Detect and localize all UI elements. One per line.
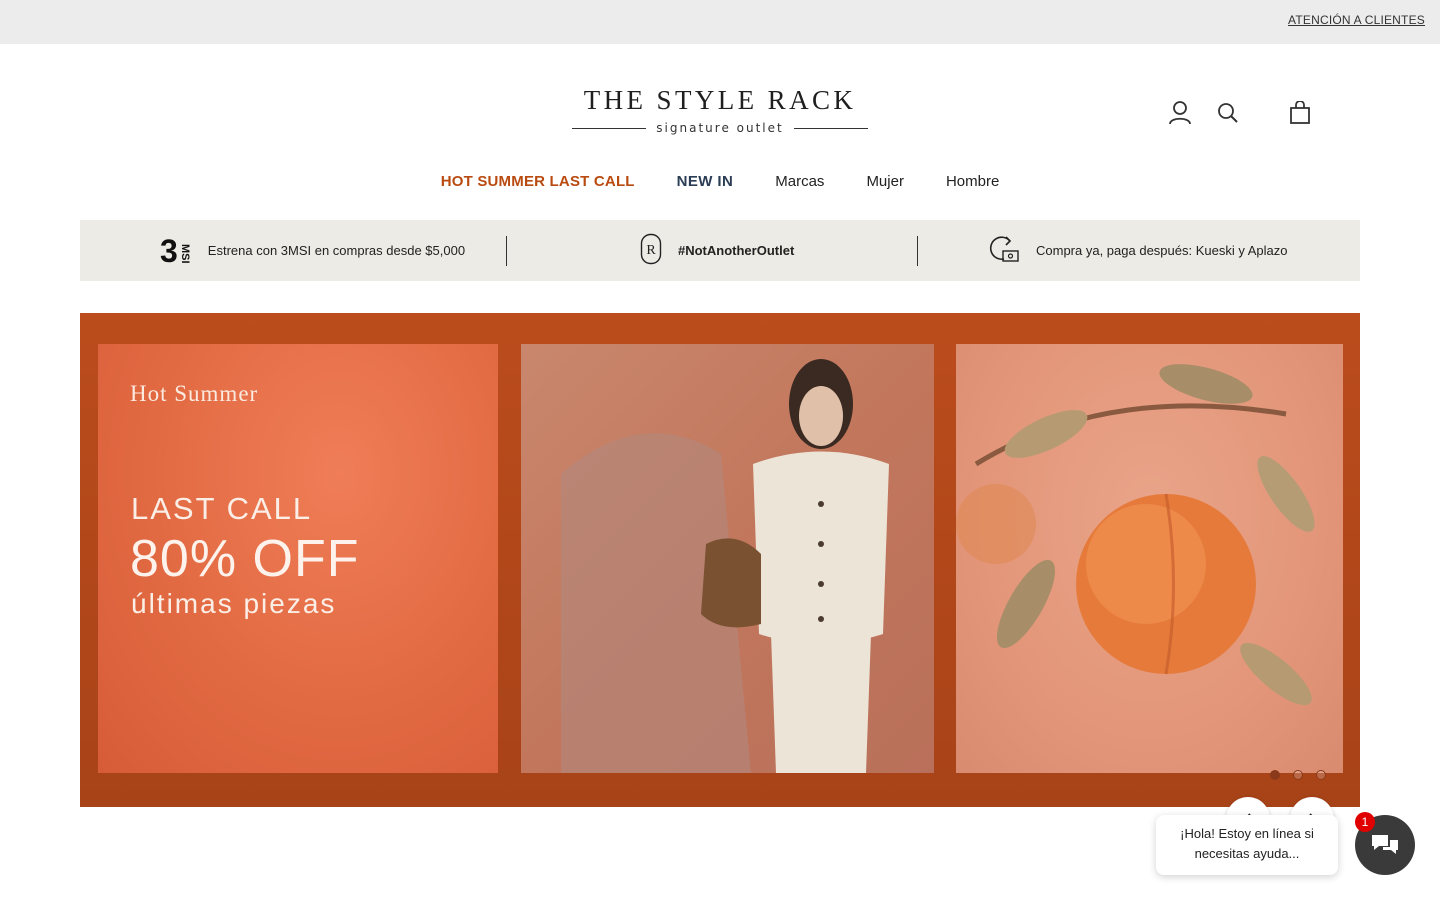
nav-hombre[interactable]: Hombre [925,172,1020,192]
hero-discount: 80% OFF [130,530,360,588]
benefit-pay-later: Compra ya, paga después: Kueski y Aplazo [986,220,1287,281]
nav-marcas[interactable]: Marcas [754,172,845,192]
benefit-notanotheroutlet-text: #NotAnotherOutlet [678,243,795,258]
benefits-bar: 3 MSI Estrena con 3MSI en compras desde … [80,220,1360,281]
hero-subline: últimas piezas [131,588,337,619]
nav-new-in[interactable]: NEW IN [656,172,755,192]
hero-model-image [521,344,934,773]
logo-tagline: signature outlet [656,121,784,135]
logo[interactable]: THE STYLE RACK signature outlet [572,85,869,138]
logo-divider-right [793,127,869,129]
slider-dot[interactable] [1316,770,1326,780]
benefit-divider [506,236,507,266]
benefit-pay-later-text: Compra ya, paga después: Kueski y Aplazo [1036,243,1288,258]
pay-later-icon [986,233,1020,268]
hero-peach-image [956,344,1343,773]
chat-icon [1372,835,1398,854]
nav-hot-summer-last-call[interactable]: HOT SUMMER LAST CALL [420,172,656,192]
logo-name: THE STYLE RACK [583,85,857,115]
account-icon[interactable] [1168,100,1192,126]
benefit-divider [917,236,918,266]
top-bar: ATENCIÓN A CLIENTES [0,0,1440,44]
benefit-3msi: 3 MSI Estrena con 3MSI en compras desde … [160,220,465,281]
header-icons [1168,100,1312,126]
3msi-icon: 3 MSI [160,232,191,269]
slider-dots [1270,770,1326,780]
tsr-monogram-icon: R [640,233,662,268]
benefit-3msi-text: Estrena con 3MSI en compras desde $5,000 [207,243,466,258]
chat-badge: 1 [1355,812,1375,832]
svg-text:R: R [646,243,656,258]
hero-banner[interactable]: Hot Summer LAST CALL 80% OFF últimas pie… [80,313,1360,807]
chat-greeting[interactable]: ¡Hola! Estoy en línea si necesitas ayuda… [1156,815,1338,875]
hero-kicker: Hot Summer [130,381,259,406]
logo-divider-left [572,127,647,129]
slider-dot[interactable] [1293,770,1303,780]
slider-dot[interactable] [1270,770,1280,780]
hero-headline: LAST CALL [131,491,313,526]
nav-mujer[interactable]: Mujer [845,172,925,192]
search-icon[interactable] [1216,100,1240,126]
logo-tagline-row: signature outlet [572,120,869,136]
benefit-notanotheroutlet: R #NotAnotherOutlet [640,220,794,281]
cart-icon[interactable] [1288,100,1312,126]
main-nav: HOT SUMMER LAST CALL NEW IN Marcas Mujer… [0,172,1440,192]
customer-service-link[interactable]: ATENCIÓN A CLIENTES [1288,13,1425,27]
